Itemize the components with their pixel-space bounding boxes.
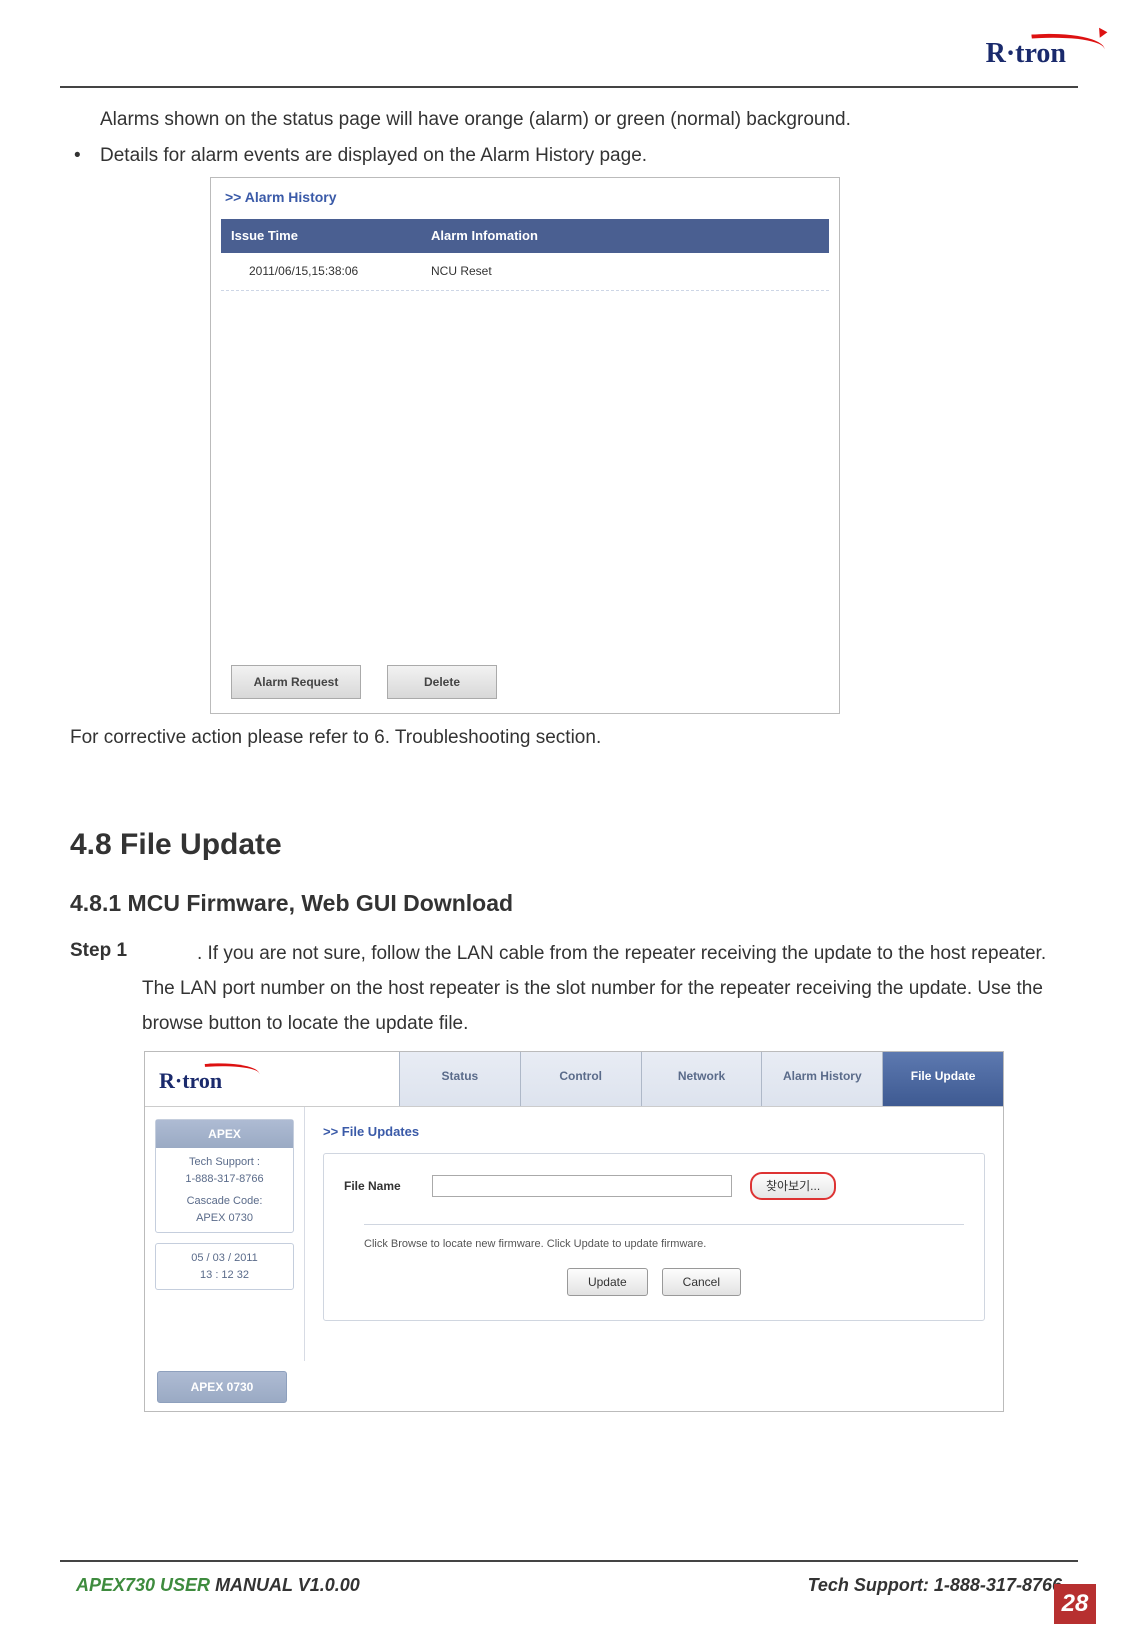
cell-issue-time: 2011/06/15,15:38:06 [221,253,421,289]
footer-right: Tech Support: 1-888-317-8766 [808,1575,1062,1596]
footer-left-rest: MANUAL V1.0.00 [210,1575,360,1595]
alarm-request-button[interactable]: Alarm Request [231,665,361,699]
screenshot-brand-logo: R·tron [145,1052,400,1105]
step-1-block: Step 1 Step 1. If you are not sure, foll… [70,933,1068,1042]
update-button[interactable]: Update [567,1268,648,1296]
bullet-row: Details for alarm events are displayed o… [70,140,1068,172]
subsection-heading-4-8-1: 4.8.1 MCU Firmware, Web GUI Download [70,884,1068,923]
tab-status[interactable]: Status [400,1052,521,1105]
sidebar-apex-header: APEX [156,1120,293,1148]
delete-button[interactable]: Delete [387,665,497,699]
header-rule [60,86,1078,88]
brand-logo: R·tron [986,38,1066,70]
step-1-body: Step 1. If you are not sure, follow the … [142,936,1068,1041]
file-update-panel: File Name 찾아보기... Click Browse to locate… [323,1153,985,1321]
table-row: 2011/06/15,15:38:06 NCU Reset [221,253,829,290]
sidebar-cascade-code: APEX 0730 [164,1210,285,1227]
sidebar-date: 05 / 03 / 2011 [164,1250,285,1267]
section-heading-4-8: 4.8 File Update [70,819,1068,870]
file-updates-title: >> File Updates [323,1121,985,1143]
corrective-action-paragraph: For corrective action please refer to 6.… [70,722,1068,754]
file-update-hint: Click Browse to locate new firmware. Cli… [364,1224,964,1254]
sidebar-tech-label: Tech Support : [164,1154,285,1171]
tab-bar: Status Control Network Alarm History Fil… [400,1052,1003,1105]
footer-row: APEX730 USER MANUAL V1.0.00 Tech Support… [76,1575,1062,1596]
tab-file-update[interactable]: File Update [883,1052,1003,1105]
cell-alarm-info: NCU Reset [421,253,829,289]
sidebar-card-apex: APEX Tech Support : 1-888-317-8766 Casca… [155,1119,294,1233]
step-1-text: . If you are not sure, follow the LAN ca… [142,943,1046,1034]
file-update-main: >> File Updates File Name 찾아보기... Click … [305,1107,1003,1361]
footer-left: APEX730 USER MANUAL V1.0.00 [76,1575,360,1596]
file-update-screenshot: R·tron Status Control Network Alarm Hist… [144,1051,1004,1412]
sidebar-footer-tab[interactable]: APEX 0730 [157,1371,287,1403]
alarm-history-title: >> Alarm History [225,186,829,210]
tab-control[interactable]: Control [521,1052,642,1105]
sidebar-time: 13 : 12 32 [164,1267,285,1284]
logo-swoosh-icon [1031,30,1104,55]
sidebar: APEX Tech Support : 1-888-317-8766 Casca… [145,1107,305,1361]
browse-button[interactable]: 찾아보기... [750,1172,836,1200]
tab-alarm-history[interactable]: Alarm History [762,1052,883,1105]
step-1-label: Step 1 [70,940,127,961]
cancel-button[interactable]: Cancel [662,1268,741,1296]
sidebar-tech-phone: 1-888-317-8766 [164,1171,285,1188]
footer-left-accent: APEX730 USER [76,1575,210,1595]
tab-network[interactable]: Network [642,1052,763,1105]
page-number: 28 [1054,1584,1096,1624]
footer-rule [60,1560,1078,1562]
screenshot-logo-swoosh-icon [205,1060,260,1078]
intro-paragraph: Alarms shown on the status page will hav… [100,104,1068,136]
alarm-table-empty-area [221,291,829,651]
file-name-input[interactable] [432,1175,732,1197]
sidebar-cascade-label: Cascade Code: [164,1193,285,1210]
sidebar-card-datetime: 05 / 03 / 2011 13 : 12 32 [155,1243,294,1290]
bullet-text: Details for alarm events are displayed o… [100,140,647,172]
file-name-label: File Name [344,1176,414,1196]
alarm-history-screenshot: >> Alarm History Issue Time Alarm Infoma… [210,177,840,715]
bullet-icon [70,140,100,172]
col-issue-time: Issue Time [221,219,421,253]
col-alarm-info: Alarm Infomation [421,219,829,253]
alarm-table-header: Issue Time Alarm Infomation [221,219,829,253]
